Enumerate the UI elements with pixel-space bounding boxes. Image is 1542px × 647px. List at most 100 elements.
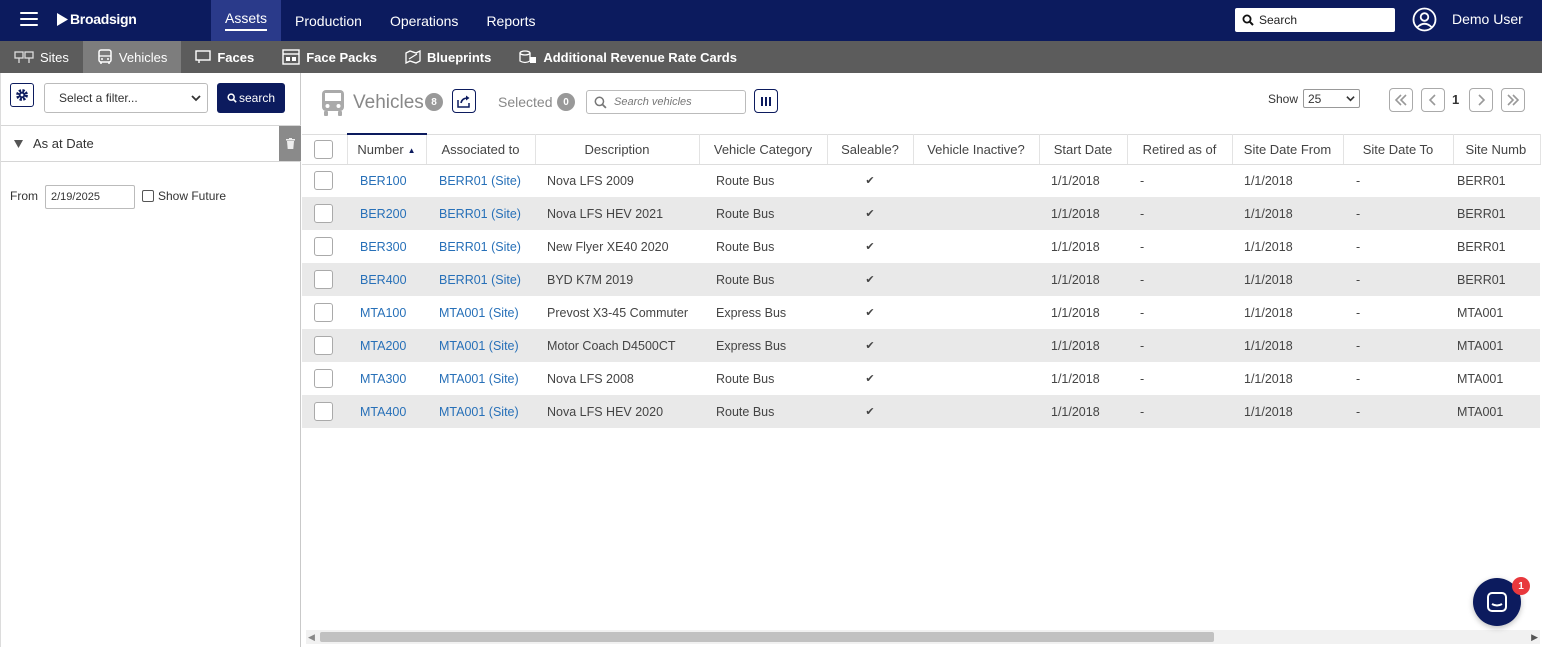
cell-site-date-from: 1/1/2018 <box>1244 239 1293 254</box>
row-checkbox-cell <box>302 362 347 395</box>
nav-assets[interactable]: Assets <box>211 0 282 41</box>
nav-operations[interactable]: Operations <box>376 0 472 41</box>
cell-saleable: ✔ <box>865 175 875 188</box>
cell-number[interactable]: BER200 <box>347 197 426 230</box>
row-checkbox-cell <box>302 197 347 230</box>
vehicle-search-input[interactable] <box>614 96 739 108</box>
prev-page-button[interactable] <box>1421 88 1445 112</box>
cell-site-date-from: 1/1/2018 <box>1232 395 1343 428</box>
row-checkbox[interactable] <box>314 171 333 191</box>
table-row[interactable]: MTA400 MTA001 (Site) Nova LFS HEV 2020 Rout… <box>302 395 1540 428</box>
collapse-triangle-icon[interactable] <box>14 139 23 148</box>
row-checkbox[interactable] <box>314 336 333 355</box>
cell-number[interactable]: BER100 <box>347 164 426 197</box>
last-page-button[interactable] <box>1501 88 1525 112</box>
first-page-button[interactable] <box>1389 88 1413 112</box>
cell-retired-as-of: - <box>1140 239 1145 254</box>
scroll-left-arrow-icon[interactable]: ◀ <box>308 632 315 643</box>
page-size-select[interactable]: 25 <box>1303 89 1360 108</box>
row-checkbox[interactable] <box>314 237 333 256</box>
select-all-checkbox[interactable] <box>314 139 333 159</box>
filter-select[interactable]: Select a filter... <box>44 83 208 113</box>
filter-settings-button[interactable] <box>10 83 34 107</box>
cell-associated-to[interactable]: BERR01 (Site) <box>426 197 535 230</box>
user-name[interactable]: Demo User <box>1452 11 1523 27</box>
export-button[interactable] <box>452 89 476 113</box>
cell-associated-to[interactable]: BERR01 (Site) <box>426 230 535 263</box>
next-page-button[interactable] <box>1469 88 1493 112</box>
show-future-check[interactable] <box>142 190 154 202</box>
hamburger-menu-icon[interactable] <box>20 12 38 28</box>
cell-associated-to[interactable]: MTA001 (Site) <box>426 395 535 428</box>
table-row[interactable]: MTA300 MTA001 (Site) Nova LFS 2008 Route Bu… <box>302 362 1540 395</box>
cell-associated-to[interactable]: BERR01 (Site) <box>426 263 535 296</box>
cell-associated-to[interactable]: BERR01 (Site) <box>426 164 535 197</box>
cell-start-date: 1/1/2018 <box>1051 371 1100 386</box>
table-row[interactable]: BER100 BERR01 (Site) Nova LFS 2009 Route Bu… <box>302 164 1540 197</box>
cell-associated-to[interactable]: MTA001 (Site) <box>426 296 535 329</box>
table-row[interactable]: BER200 BERR01 (Site) Nova LFS HEV 2021 Rout… <box>302 197 1540 230</box>
column-header-description[interactable]: Description <box>535 133 700 165</box>
column-header-saleable[interactable]: Saleable? <box>827 133 914 165</box>
row-checkbox[interactable] <box>314 402 333 421</box>
global-search[interactable] <box>1235 8 1395 32</box>
nav-production[interactable]: Production <box>281 0 376 41</box>
subnav-vehicles[interactable]: Vehicles <box>82 41 182 73</box>
cell-number[interactable]: MTA100 <box>347 296 426 329</box>
cell-site-date-to: - <box>1343 263 1453 296</box>
column-header-number[interactable]: Number ▲ <box>347 133 427 165</box>
row-checkbox[interactable] <box>314 369 333 388</box>
scroll-right-arrow-icon[interactable]: ▶ <box>1531 632 1538 643</box>
cell-description: Motor Coach D4500CT <box>535 329 699 362</box>
face-pack-icon <box>282 49 300 65</box>
subnav-sites[interactable]: Sites <box>0 41 83 73</box>
cell-number[interactable]: MTA300 <box>347 362 426 395</box>
table-row[interactable]: BER300 BERR01 (Site) New Flyer XE40 2020 Ro… <box>302 230 1540 263</box>
column-header-vehicle-category[interactable]: Vehicle Category <box>699 133 828 165</box>
cell-number[interactable]: BER400 <box>347 263 426 296</box>
broadsign-logo[interactable]: Broadsign <box>57 11 137 27</box>
cell-number[interactable]: MTA200 <box>347 329 426 362</box>
column-header-vehicle-inactive[interactable]: Vehicle Inactive? <box>913 133 1040 165</box>
column-header-start-date[interactable]: Start Date <box>1039 133 1128 165</box>
row-checkbox[interactable] <box>314 204 333 223</box>
nav-reports[interactable]: Reports <box>472 0 549 41</box>
cell-site-date-to: - <box>1356 305 1361 320</box>
subnav-blueprints[interactable]: Blueprints <box>391 41 505 73</box>
table-row[interactable]: MTA200 MTA001 (Site) Motor Coach D4500CT Ex… <box>302 329 1540 362</box>
column-header-site-number[interactable]: Site Numb <box>1453 133 1541 165</box>
sites-icon <box>14 51 34 63</box>
table-row[interactable]: MTA100 MTA001 (Site) Prevost X3-45 Commute… <box>302 296 1540 329</box>
subnav-face-packs[interactable]: Face Packs <box>268 41 391 73</box>
cell-description: BYD K7M 2019 <box>535 263 699 296</box>
cell-site-date-to: - <box>1356 173 1361 188</box>
cell-number[interactable]: MTA400 <box>347 395 426 428</box>
vehicle-search[interactable] <box>586 90 746 114</box>
cell-associated-to[interactable]: MTA001 (Site) <box>426 362 535 395</box>
from-date-input[interactable]: 2/19/2025 <box>45 185 135 209</box>
cell-number[interactable]: BER300 <box>347 230 426 263</box>
horizontal-scrollbar[interactable]: ◀ ▶ <box>306 630 1540 644</box>
global-search-input[interactable] <box>1259 13 1389 27</box>
as-at-date-filter[interactable]: As at Date <box>1 125 301 162</box>
column-chooser-button[interactable] <box>754 89 778 113</box>
scrollbar-thumb[interactable] <box>320 632 1214 642</box>
column-header-retired-as-of[interactable]: Retired as of <box>1127 133 1233 165</box>
cell-associated-to[interactable]: MTA001 (Site) <box>426 329 535 362</box>
remove-filter-button[interactable] <box>279 126 301 161</box>
show-future-checkbox[interactable]: Show Future <box>142 189 226 203</box>
row-checkbox[interactable] <box>314 270 333 289</box>
column-header-site-date-to[interactable]: Site Date To <box>1343 133 1454 165</box>
column-header-site-date-from[interactable]: Site Date From <box>1232 133 1344 165</box>
filter-panel: Select a filter... search As at Date Fro… <box>0 73 301 647</box>
double-chevron-right-icon <box>1507 94 1520 106</box>
cell-retired-as-of: - <box>1140 173 1145 188</box>
filter-search-button[interactable]: search <box>217 83 285 113</box>
table-row[interactable]: BER400 BERR01 (Site) BYD K7M 2019 Route Bus… <box>302 263 1540 296</box>
as-at-date-label: As at Date <box>33 136 94 151</box>
subnav-faces[interactable]: Faces <box>181 41 268 73</box>
subnav-rate-cards[interactable]: Additional Revenue Rate Cards <box>505 41 751 73</box>
row-checkbox[interactable] <box>314 303 333 322</box>
user-avatar-icon[interactable] <box>1412 7 1437 32</box>
column-header-associated-to[interactable]: Associated to <box>426 133 536 165</box>
